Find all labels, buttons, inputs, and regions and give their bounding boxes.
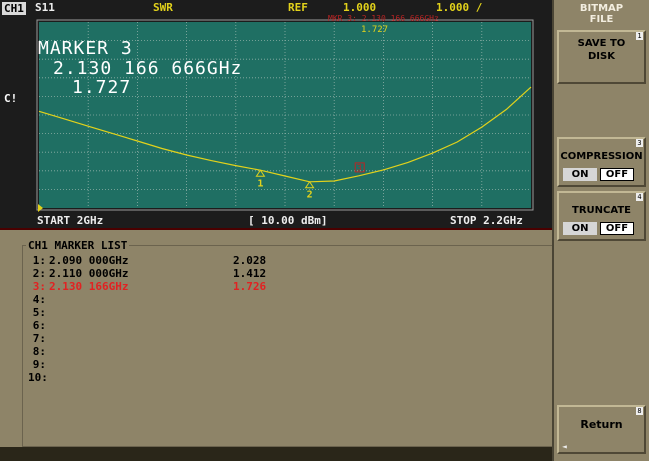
marker-list-value: 1.726 [233, 280, 267, 293]
compression-on-toggle[interactable]: ON [563, 168, 597, 181]
truncate-off-toggle[interactable]: OFF [600, 222, 634, 235]
correction-flag: C! [4, 92, 18, 105]
scale-per-div: 1.000 / [436, 1, 483, 14]
channel-badge[interactable]: CH1 [2, 2, 26, 15]
marker-list-number: 4: [32, 293, 46, 306]
truncate-on-toggle[interactable]: ON [563, 222, 597, 235]
softkey-number: 4 [636, 193, 643, 201]
marker-readout-small: MKR 3: 2.130 166 666GHz [328, 14, 439, 23]
compression-off-toggle[interactable]: OFF [600, 168, 634, 181]
softkey-number: 3 [636, 139, 643, 147]
marker-list-value: 1.412 [233, 267, 267, 280]
format-label: SWR [153, 1, 173, 14]
save-to-disk-button[interactable]: 1 SAVE TO DISK [557, 30, 646, 84]
marker-list-panel: CH1 MARKER LIST 1: 2.090 000GHz 2.028 2: 2.1… [8, 232, 554, 447]
marker-list-number: 8: [32, 345, 46, 358]
analyzer-screen: { "header": { "channel": "CH1", "paramet… [0, 0, 649, 461]
start-frequency: START 2GHz [37, 214, 104, 227]
return-arrow-icon: ◄ [562, 442, 567, 451]
marker-frequency: 2.130 166 666GHz [53, 58, 243, 79]
return-label: Return [580, 418, 623, 431]
truncate-key[interactable]: 4 TRUNCATE ON OFF [557, 191, 646, 241]
marker-list-number: 5: [32, 306, 46, 319]
compression-label: COMPRESSION [560, 151, 643, 162]
swr-plot: 1 2 3 [36, 19, 534, 212]
marker-label: 3 [356, 163, 361, 173]
marker-list-number: 9: [32, 358, 46, 371]
truncate-label: TRUNCATE [572, 205, 631, 216]
marker-list-value: 2.028 [233, 254, 267, 267]
marker-label: 2 [307, 190, 313, 201]
marker-label: 1 [257, 178, 263, 189]
marker-list-number: 1: [32, 254, 46, 267]
softkey-number: 8 [636, 407, 643, 415]
source-power: [ 10.00 dBm] [248, 214, 328, 227]
return-button[interactable]: 8 Return ◄ [557, 405, 646, 454]
save-label-line1: SAVE TO [577, 38, 626, 49]
compression-key[interactable]: 3 COMPRESSION ON OFF [557, 137, 646, 187]
marker-list-title: CH1 MARKER LIST [26, 239, 130, 252]
marker-list-number: 7: [32, 332, 46, 345]
measurement-display: 1 2 3 CH1 S11 SWR REF 1.000 1.000 / MKR 3:… [0, 0, 552, 230]
marker-list-number: 2: [32, 267, 46, 280]
menu-title-line1: BITMAP [579, 3, 624, 14]
marker-list-number: 3: [32, 280, 46, 293]
stop-frequency: STOP 2.2GHz [450, 214, 523, 227]
marker-list-frequency: 2.090 000GHz [49, 254, 129, 267]
status-bar [0, 447, 552, 461]
parameter-label: S11 [35, 1, 55, 14]
marker-value: 1.727 [72, 77, 132, 98]
save-label-line2: DISK [588, 51, 615, 62]
marker-title: MARKER 3 [38, 38, 133, 59]
ref-label: REF [288, 1, 308, 14]
marker-list-number: 6: [32, 319, 46, 332]
marker-readout-small-value: 1.727 [361, 25, 389, 35]
softkey-menu: BITMAP FILE 1 SAVE TO DISK 3 COMPRESSION… [552, 0, 649, 461]
menu-title: BITMAP FILE [554, 3, 649, 25]
marker-list-frequency: 2.130 166GHz [49, 280, 129, 293]
menu-title-line2: FILE [589, 14, 614, 25]
marker-list-frequency: 2.110 000GHz [49, 267, 129, 280]
marker-list-number: 10: [28, 371, 48, 384]
ref-value: 1.000 [343, 1, 377, 14]
